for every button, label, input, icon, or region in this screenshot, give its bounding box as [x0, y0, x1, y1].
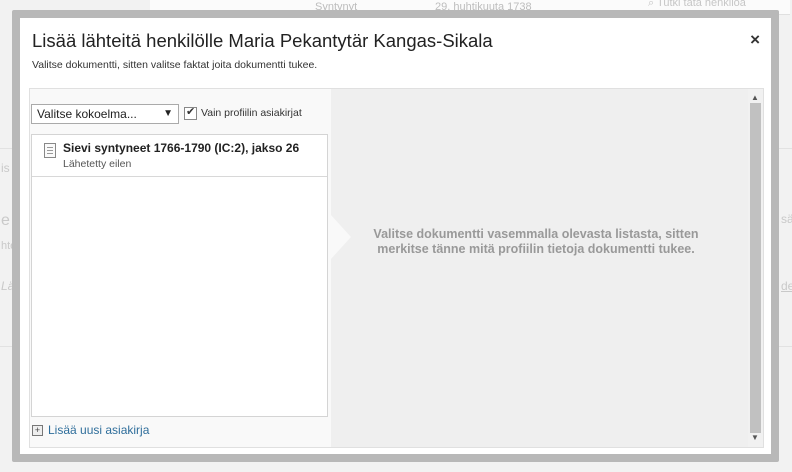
profile-only-label[interactable]: Vain profiilin asiakirjat — [201, 107, 302, 119]
add-document-link[interactable]: + Lisää uusi asiakirja — [32, 423, 149, 437]
profile-only-checkbox[interactable]: ✔ — [184, 106, 197, 120]
dialog-frame: Lisää lähteitä henkilölle Maria Pekantyt… — [12, 10, 779, 462]
background-fragment: e — [1, 212, 10, 229]
scrollbar[interactable]: ▲ ▼ — [748, 89, 763, 447]
background-fragment: sä — [781, 212, 792, 226]
collection-select-value: Valitse kokoelma... — [37, 107, 137, 121]
background-search-text: Tutki tätä henkilöä — [657, 0, 746, 9]
plus-icon: + — [32, 425, 43, 436]
scrollbar-thumb[interactable] — [750, 103, 761, 433]
background-fragment: is — [1, 161, 10, 175]
dialog-content: Valitse kokoelma... ▼ ✔ Vain profiilin a… — [29, 88, 764, 448]
dialog-title: Lisää lähteitä henkilölle Maria Pekantyt… — [32, 30, 493, 51]
background-search-link: ⌕ Tutki tätä henkilöä — [648, 0, 746, 10]
facts-placeholder: Valitse dokumentti vasemmalla olevasta l… — [373, 227, 699, 256]
collection-select[interactable]: Valitse kokoelma... ▼ — [31, 104, 179, 124]
background-fragment: de — [781, 279, 792, 293]
checkmark-icon: ✔ — [186, 106, 196, 118]
document-list: Sievi syntyneet 1766-1790 (IC:2), jakso … — [31, 134, 328, 417]
chevron-down-icon: ▼ — [163, 108, 173, 119]
document-status: Lähetetty eilen — [63, 158, 132, 170]
document-panel: Valitse kokoelma... ▼ ✔ Vain profiilin a… — [30, 89, 331, 447]
facts-panel: Valitse dokumentti vasemmalla olevasta l… — [331, 89, 763, 447]
scroll-up-icon[interactable]: ▲ — [751, 93, 759, 102]
document-title: Sievi syntyneet 1766-1790 (IC:2), jakso … — [63, 141, 300, 155]
add-sources-dialog: Lisää lähteitä henkilölle Maria Pekantyt… — [20, 18, 771, 454]
panel-pointer — [331, 215, 351, 259]
scroll-down-icon[interactable]: ▼ — [751, 433, 759, 442]
document-icon — [44, 143, 56, 158]
document-list-item[interactable]: Sievi syntyneet 1766-1790 (IC:2), jakso … — [32, 135, 327, 177]
dialog-subtitle: Valitse dokumentti, sitten valitse fakta… — [32, 59, 318, 71]
add-document-label: Lisää uusi asiakirja — [48, 423, 150, 437]
close-button[interactable]: × — [750, 31, 760, 48]
